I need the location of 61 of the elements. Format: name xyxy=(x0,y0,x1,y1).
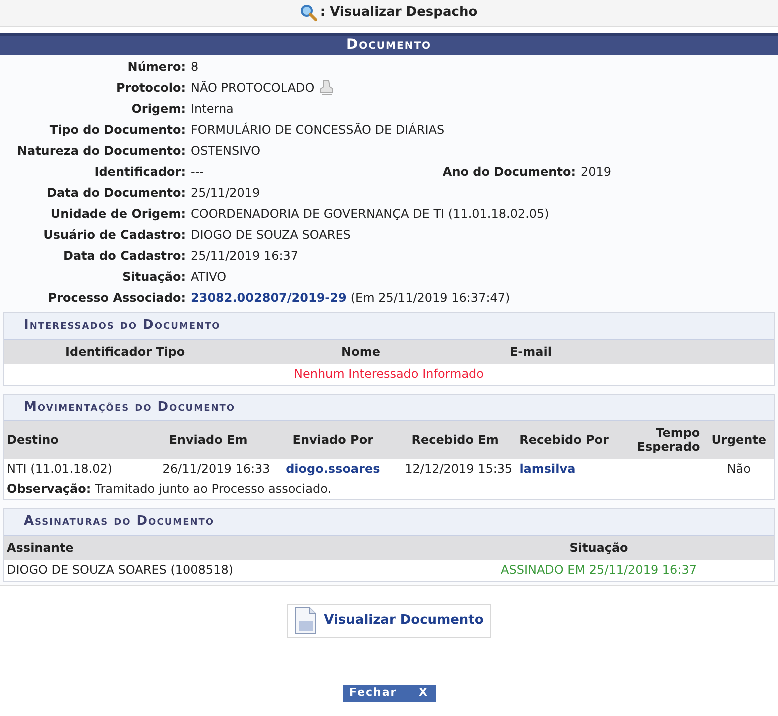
field-value: 25/11/2019 xyxy=(191,184,260,202)
column-header: Destino xyxy=(6,433,60,447)
field-value: 2019 xyxy=(581,164,612,180)
field-value: NÃO PROTOCOLADO xyxy=(191,80,315,96)
field-value: ATIVO xyxy=(191,268,227,286)
field-label: Natureza do Documento: xyxy=(17,142,186,160)
field-label: Origem: xyxy=(132,100,186,118)
document-header: Documento xyxy=(0,33,778,55)
user-link[interactable]: lamsilva xyxy=(520,462,576,476)
document-icon xyxy=(294,606,318,634)
field-label: Protocolo: xyxy=(116,80,186,96)
column-header: Enviado Em xyxy=(168,433,249,447)
field-value: --- xyxy=(191,164,204,178)
section-header: Assinaturas do Documento xyxy=(4,509,774,536)
search-icon xyxy=(300,4,318,22)
column-header: Assinante xyxy=(6,540,75,556)
column-header: Tempo Esperado xyxy=(636,426,702,454)
field-label: Situação: xyxy=(122,268,186,286)
field-label: Tipo do Documento: xyxy=(50,122,186,138)
field-label: Processo Associado: xyxy=(48,290,186,306)
table-cell-text: DIOGO DE SOUZA SOARES (1008518) xyxy=(6,562,235,579)
field-value: Interna xyxy=(191,100,234,118)
observation-label: Observação: xyxy=(7,481,92,498)
field-label: Ano do Documento: xyxy=(442,164,576,180)
field-value: OSTENSIVO xyxy=(191,142,261,160)
column-header: E-mail xyxy=(508,344,553,360)
view-document-button[interactable]: Visualizar Documento xyxy=(287,604,491,638)
field-value: 8 xyxy=(191,58,199,76)
field-label: Usuário de Cadastro: xyxy=(44,226,186,244)
stamp-icon xyxy=(320,80,334,96)
field-label: Data do Cadastro: xyxy=(63,248,186,264)
field-label: Número: xyxy=(128,58,186,76)
column-header: Recebido Por xyxy=(518,433,610,447)
close-button[interactable]: Fechar X xyxy=(342,684,436,702)
table-cell-text: NTI (11.01.18.02) xyxy=(6,461,114,478)
table-cell-text: 12/12/2019 15:35 xyxy=(404,461,514,478)
page-title: : Visualizar Despacho xyxy=(320,4,478,22)
section-header: Movimentações do Documento xyxy=(4,394,774,421)
field-value: 25/11/2019 16:37 xyxy=(191,248,299,264)
column-header: Tipo xyxy=(156,344,186,360)
table-cell-text: 26/11/2019 16:33 xyxy=(162,461,272,478)
field-value: FORMULÁRIO DE CONCESSÃO DE DIÁRIAS xyxy=(191,122,445,138)
section-header: Interessados do Documento xyxy=(4,313,774,340)
signature-status: ASSINADO EM 25/11/2019 16:37 xyxy=(500,562,698,579)
column-header: Identificador xyxy=(64,344,153,360)
column-header: Situação xyxy=(568,540,630,556)
column-header: Urgente xyxy=(710,433,768,447)
column-header: Enviado Por xyxy=(292,433,375,447)
field-label: Data do Documento: xyxy=(47,184,186,202)
column-header: Recebido Em xyxy=(410,433,500,447)
field-value: (Em 25/11/2019 16:37:47) xyxy=(350,290,510,306)
process-link[interactable]: 23082.002807/2019-29 xyxy=(191,288,347,306)
user-link[interactable]: diogo.ssoares xyxy=(286,462,380,476)
field-label: Unidade de Origem: xyxy=(50,206,186,222)
empty-message: Nenhum Interessado Informado xyxy=(4,364,774,384)
observation-text: Tramitado junto ao Processo associado. xyxy=(95,481,332,498)
column-header: Nome xyxy=(340,344,382,360)
field-label: Identificador: xyxy=(94,164,186,180)
field-value: DIOGO DE SOUZA SOARES xyxy=(191,226,351,244)
table-cell-text: Não xyxy=(726,461,752,478)
field-value: COORDENADORIA DE GOVERNANÇA DE TI (11.01.18.02.05) xyxy=(191,206,550,222)
